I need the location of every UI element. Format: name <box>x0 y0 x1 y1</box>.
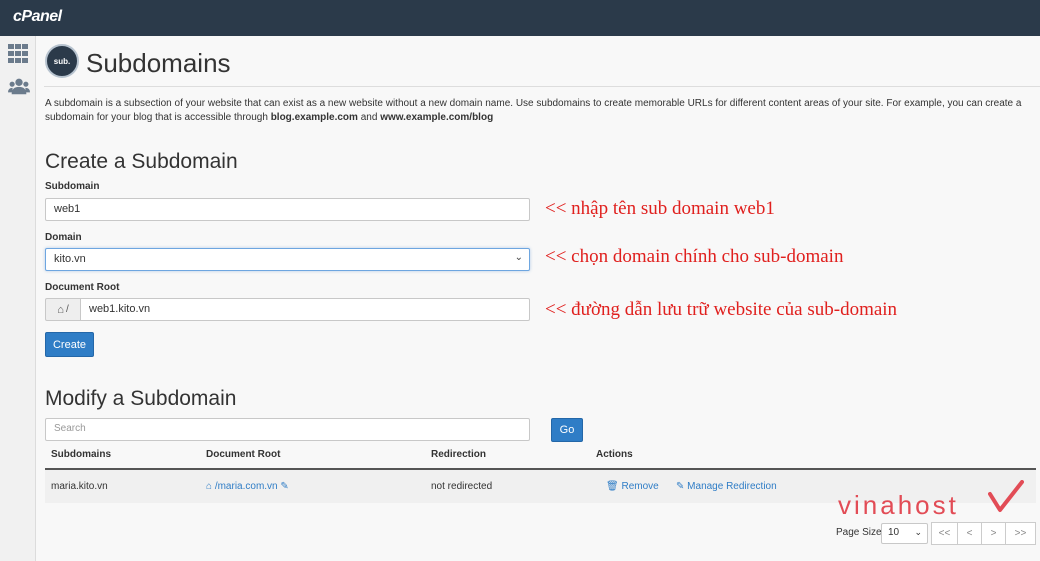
chevron-down-icon: ⌄ <box>914 527 922 537</box>
trash-icon: 🗑 <box>606 481 619 492</box>
subdomains-app-icon: sub. <box>45 44 79 78</box>
checkmark-icon <box>988 480 1024 512</box>
prev-page-button[interactable]: < <box>957 522 982 545</box>
docroot-home-addon: ⌂ / <box>45 298 81 321</box>
column-header-actions: Actions <box>596 449 633 460</box>
example-subdomain: blog.example.com <box>270 112 358 123</box>
page-title: Subdomains <box>86 48 231 78</box>
column-header-subdomains[interactable]: Subdomains <box>51 449 111 460</box>
subdomain-annotation: << nhập tên sub domain web1 <box>545 198 775 219</box>
pencil-icon: ✎ <box>676 481 685 492</box>
column-header-document-root[interactable]: Document Root <box>206 449 280 460</box>
divider <box>44 86 1040 87</box>
sidebar <box>0 36 36 561</box>
subdomain-input[interactable]: web1 <box>45 198 530 221</box>
create-button[interactable]: Create <box>45 332 94 357</box>
docroot-label: Document Root <box>45 282 120 293</box>
last-page-button[interactable]: >> <box>1005 522 1036 545</box>
apps-grid-icon[interactable] <box>8 44 30 64</box>
page-description: A subdomain is a subsection of your webs… <box>45 98 1022 123</box>
domain-annotation: << chọn domain chính cho sub-domain <box>545 246 844 267</box>
chevron-down-icon: ⌄ <box>514 252 523 263</box>
main-content: sub. Subdomains A subdomain is a subsect… <box>36 36 1040 561</box>
pencil-icon[interactable]: ✎ <box>280 481 288 492</box>
go-button[interactable]: Go <box>551 418 583 442</box>
home-icon: ⌂ <box>57 303 64 316</box>
create-heading: Create a Subdomain <box>45 150 238 173</box>
vinahost-watermark: vinahost <box>838 490 959 520</box>
domain-select[interactable]: kito.vn ⌄ <box>45 248 530 271</box>
cpanel-logo[interactable]: cPanel <box>13 8 62 26</box>
modify-heading: Modify a Subdomain <box>45 387 237 410</box>
users-icon[interactable] <box>8 76 30 96</box>
first-page-button[interactable]: << <box>931 522 958 545</box>
remove-link[interactable]: 🗑 Remove <box>606 481 659 492</box>
row-redirection: not redirected <box>431 481 493 492</box>
search-input[interactable]: Search <box>45 418 530 441</box>
home-icon: ⌂ <box>206 481 213 492</box>
page-size-select[interactable]: 10 ⌄ <box>881 523 928 544</box>
docroot-input[interactable]: web1.kito.vn <box>80 298 530 321</box>
manage-redirection-link[interactable]: ✎ Manage Redirection <box>676 481 777 492</box>
next-page-button[interactable]: > <box>981 522 1006 545</box>
page-size-label: Page Size <box>836 527 882 538</box>
example-path: www.example.com/blog <box>380 112 494 123</box>
subdomain-label: Subdomain <box>45 181 100 192</box>
domain-label: Domain <box>45 232 82 243</box>
row-docroot-link[interactable]: ⌂ /maria.com.vn ✎ <box>206 481 289 492</box>
top-bar: cPanel <box>0 0 1040 36</box>
column-header-redirection[interactable]: Redirection <box>431 449 486 460</box>
docroot-annotation: << đường dẫn lưu trữ website của sub-dom… <box>545 299 898 320</box>
row-subdomain: maria.kito.vn <box>51 481 108 492</box>
